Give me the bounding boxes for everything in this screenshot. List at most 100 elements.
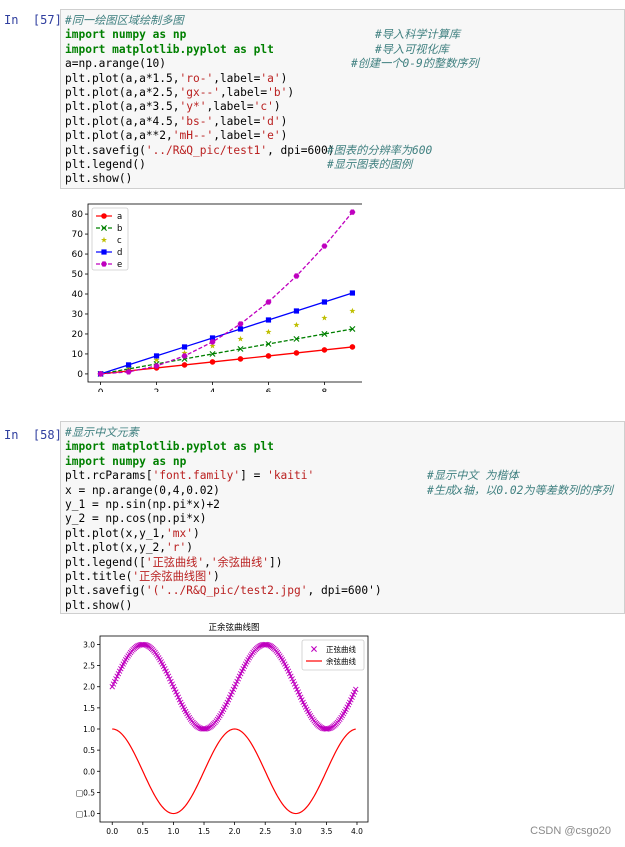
code-token: ) (273, 100, 281, 114)
code-line: x = np.arange(0,4,0.02) #生成x轴，以0.02为等差数列的… (65, 483, 613, 498)
code-line: plt.show() (65, 172, 334, 186)
code-token: matplotlib.pyplot (112, 440, 227, 454)
code-comment: #导入可视化库 (375, 42, 449, 56)
code-token: 'r' (166, 541, 187, 555)
x-tick-label: 3.5 (320, 827, 332, 836)
data-point (321, 347, 328, 353)
data-point (125, 362, 132, 368)
code-line: plt.plot(x,y_1,'mx') (65, 527, 382, 541)
code-token: 'font.family' (152, 469, 241, 483)
y-tick-label: 30 (72, 310, 84, 320)
code-token: numpy (112, 454, 146, 468)
code-cell-57[interactable]: #同一绘图区域绘制多图 import numpy as np #导入科学计算库 imp… (60, 9, 625, 189)
code-comment: #创建一个0-9的整数序列 (351, 57, 479, 71)
code-token: 'y*' (179, 100, 207, 114)
code-token: as (233, 42, 247, 56)
code-token: ] = (240, 469, 268, 483)
y-tick-label: 20 (72, 330, 84, 340)
code-line: import matplotlib.pyplot as plt (65, 440, 382, 454)
code-token: 'bs-' (179, 114, 214, 128)
code-token: 'c' (253, 100, 274, 114)
code-line: y_1 = np.sin(np.pi*x)+2 (65, 498, 382, 512)
code-comment: #导入科学计算库 (375, 28, 461, 42)
y-tick-label: 0.0 (83, 767, 95, 776)
code-token: ,label= (213, 129, 261, 143)
code-line: import matplotlib.pyplot as plt #导入可视化库 (65, 42, 449, 57)
code-token: #显示中文元素 (65, 426, 139, 439)
code-token: 'b' (267, 85, 288, 99)
code-line: plt.legend() #显示图表的图例 (65, 158, 412, 172)
data-point (293, 308, 300, 314)
code-token: 'ro-' (179, 71, 214, 85)
legend-marker (101, 249, 107, 255)
x-tick-label: 2.5 (259, 827, 271, 836)
data-point (209, 359, 216, 365)
code-token: import (65, 28, 106, 42)
code-line: #同一绘图区域绘制多图 (65, 14, 334, 28)
code-cell-58[interactable]: #显示中文元素 import matplotlib.pyplot as plt im… (60, 421, 625, 614)
line-chart-multi: 0246801020304050607080abcde (62, 196, 366, 398)
code-comment: #图表的分辨率为600 (327, 143, 433, 157)
code-line: plt.savefig('('../R&Q_pic/test2.jpg', dp… (65, 584, 382, 598)
code-token: plt.show() (65, 598, 133, 612)
code-token: plt.title( (65, 569, 133, 583)
code-editor-57[interactable]: #同一绘图区域绘制多图 import numpy as np #导入科学计算库 imp… (65, 14, 479, 187)
code-line: plt.savefig('../R&Q_pic/test1', dpi=600)… (65, 144, 432, 158)
y-tick-label: 2.5 (83, 662, 95, 671)
data-point (321, 299, 328, 305)
y-tick-label: □0.5 (76, 788, 95, 797)
code-token: plt.rcParams[ (65, 469, 153, 483)
data-point (181, 344, 188, 350)
y-tick-label: □1.0 (76, 810, 95, 819)
y-tick-label: 60 (72, 250, 84, 260)
code-line: import numpy as np (65, 455, 382, 469)
code-token: y_1 = np.sin(np.pi*x)+2 (65, 497, 220, 511)
code-token: as (152, 28, 167, 42)
x-tick-label: 2 (154, 388, 160, 392)
code-token: a=np.arange(10) (65, 57, 167, 71)
code-editor-58[interactable]: #显示中文元素 import matplotlib.pyplot as plt im… (65, 426, 613, 613)
code-token: ) (280, 71, 288, 85)
y-tick-label: 50 (72, 270, 84, 280)
code-line: plt.plot(a,a*2.5,'gx--',label='b') (65, 86, 334, 100)
code-comment: #显示图表的图例 (327, 157, 413, 171)
data-point (181, 362, 188, 368)
x-tick-label: 0.0 (106, 827, 118, 836)
code-token: plt.show() (65, 172, 133, 186)
code-line: plt.rcParams['font.family'] = 'kaiti' #显示… (65, 469, 519, 483)
code-line: #显示中文元素 (65, 426, 382, 440)
code-token: numpy (112, 28, 146, 42)
y-tick-label: 1.0 (83, 725, 95, 734)
y-tick-label: 40 (72, 290, 84, 300)
code-line: plt.plot(a,a*1.5,'ro-',label='a') (65, 72, 334, 86)
code-token: #同一绘图区域绘制多图 (65, 14, 184, 27)
code-token: , (204, 555, 211, 569)
legend-label: a (117, 212, 122, 222)
y-tick-label: 10 (72, 350, 84, 360)
x-tick-label: 8 (322, 388, 328, 392)
output-plot-57: 0246801020304050607080abcde (62, 196, 366, 398)
data-point (237, 326, 244, 332)
data-point (349, 344, 356, 350)
code-line: import numpy as np #导入科学计算库 (65, 28, 460, 42)
output-plot-58: 正余弦曲线图 0.0 0.5 1.0 1.5 2.0 2.5 3.0 3.5 4.0 □1.0 □0.… (62, 618, 382, 838)
legend-frame (91, 207, 129, 271)
code-token: ) (193, 526, 200, 540)
legend-marker (101, 213, 107, 219)
code-token: x = np.arange(0,4,0.02) (65, 483, 220, 497)
x-tick-label: 2.0 (229, 827, 241, 836)
code-token: 'mH--' (172, 129, 214, 143)
code-token: plt (253, 440, 274, 454)
code-line: plt.legend(['正弦曲线','余弦曲线']) (65, 556, 382, 570)
data-point (265, 317, 272, 323)
data-point (293, 350, 300, 356)
code-token: ,label= (213, 114, 261, 128)
code-token: '正余弦曲线图' (132, 569, 213, 583)
code-line: plt.plot(x,y_2,'r') (65, 541, 382, 555)
code-token: plt.savefig( (65, 584, 146, 598)
code-token: 'd' (260, 114, 281, 128)
code-token: ) (280, 114, 288, 128)
